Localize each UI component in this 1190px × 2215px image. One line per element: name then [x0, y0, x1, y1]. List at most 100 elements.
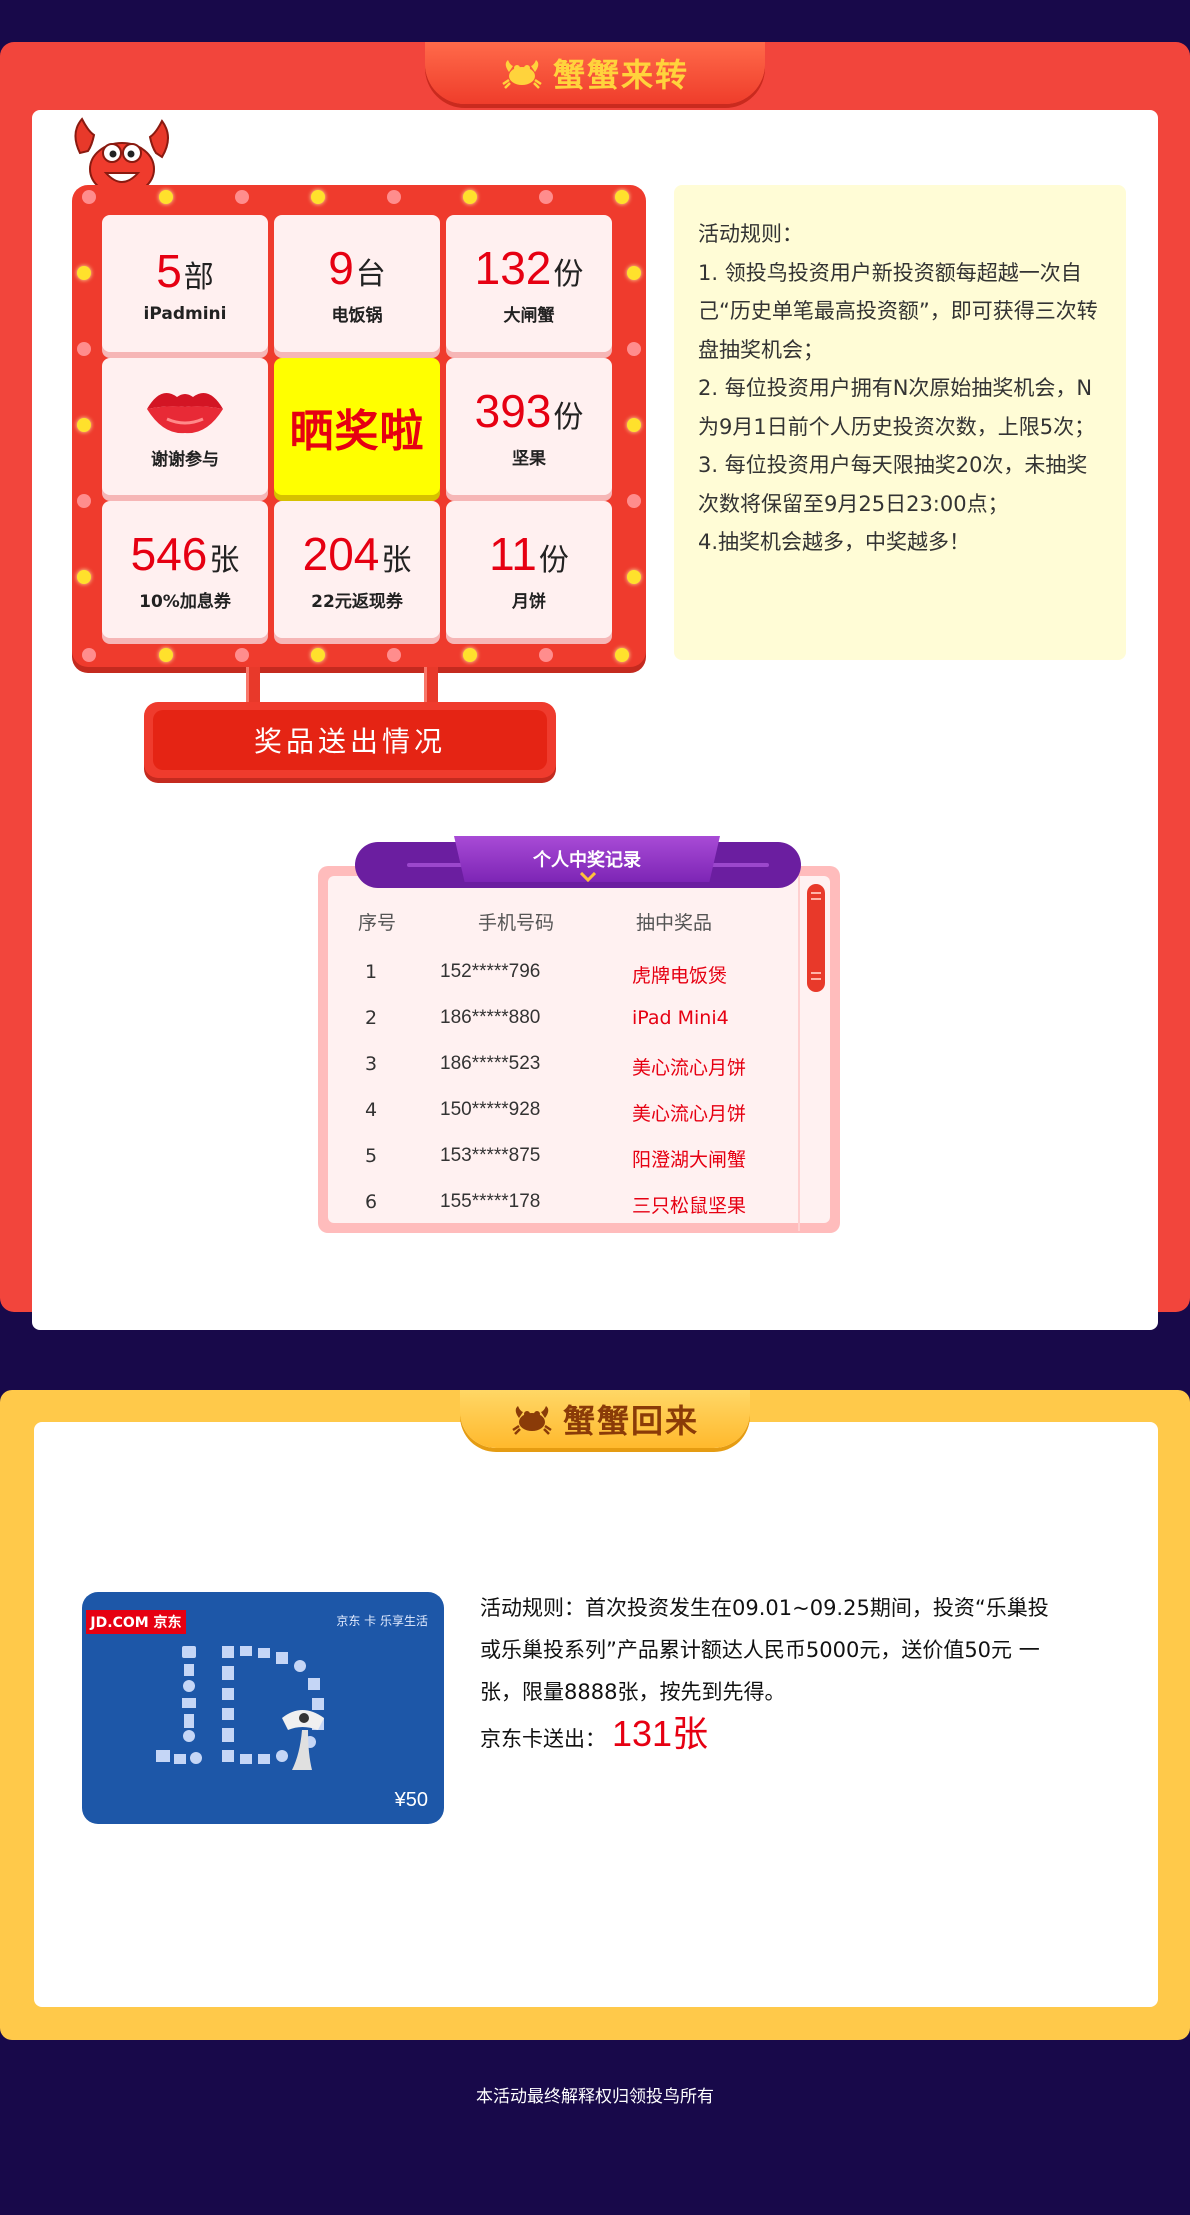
prize-cell-mooncake: 11 份 月饼	[446, 501, 612, 638]
prize-name: iPadmini	[143, 303, 227, 324]
row-phone: 153*****875	[440, 1145, 541, 1166]
prize-count: 11	[489, 528, 537, 580]
jd-card-section-title: 蟹蟹回来	[562, 1402, 699, 1440]
table-row: 5 153*****875 阳澄湖大闸蟹	[318, 1145, 798, 1191]
lottery-rules: 活动规则： 1. 领投鸟投资用户新投资额每超越一次自己“历史单笔最高投资额”，即…	[674, 185, 1126, 660]
marquee-bulb	[539, 190, 553, 204]
row-phone: 186*****523	[440, 1053, 541, 1074]
marquee-bulb	[77, 266, 91, 280]
prize-name: 月饼	[512, 592, 546, 612]
prize-cell-interest-coupon: 546 张 10%加息券	[102, 501, 268, 638]
prize-unit: 台	[355, 257, 386, 292]
prize-count: 393	[474, 385, 552, 437]
prize-status-button[interactable]: 奖品送出情况	[144, 702, 556, 778]
marquee-bulb	[627, 494, 641, 508]
prize-count: 132	[474, 242, 552, 294]
rule-item: 3. 每位投资用户每天限抽奖20次，未抽奖次数将保留至9月25日23:00点；	[698, 453, 1088, 516]
rule-item: 4.抽奖机会越多，中奖越多！	[698, 530, 971, 554]
row-index: 1	[365, 961, 378, 983]
table-row: 3 186*****523 美心流心月饼	[318, 1053, 798, 1099]
prize-cell-crab: 132 份 大闸蟹	[446, 215, 612, 352]
marquee-bulb	[463, 190, 477, 204]
board-post	[246, 667, 260, 705]
jd-card-sent: 京东卡送出： 131张	[480, 1713, 1120, 1760]
marquee-bulb	[387, 648, 401, 662]
row-prize: 阳澄湖大闸蟹	[632, 1149, 747, 1171]
records-scrollbar[interactable]	[798, 876, 828, 1231]
prize-unit: 份	[553, 257, 584, 292]
marquee-bulb	[627, 266, 641, 280]
prize-count: 9	[328, 242, 354, 294]
prize-cell-ipadmini: 5部 iPadmini	[102, 215, 268, 352]
jd-card-amount: ¥50	[394, 1789, 428, 1811]
marquee-bulb	[82, 648, 96, 662]
sent-label: 京东卡送出：	[480, 1727, 606, 1751]
lottery-section-header: 蟹蟹来转	[425, 42, 765, 104]
row-index: 2	[365, 1007, 378, 1029]
jd-card-slogan: 京东 卡 乐享生活	[336, 1614, 428, 1628]
row-prize: 三只松鼠坚果	[632, 1195, 747, 1217]
prize-unit: 部	[183, 259, 214, 295]
prize-name: 22元返现券	[311, 592, 403, 612]
crab-icon	[511, 1402, 553, 1436]
prize-unit: 份	[553, 400, 584, 435]
rules-heading: 活动规则：	[698, 222, 803, 246]
row-phone: 186*****880	[440, 1007, 541, 1028]
marquee-bulb	[235, 190, 249, 204]
prize-grid: 5部 iPadmini 9台 电饭锅 132 份 大闸蟹 谢谢参与 晒奖啦 393…	[102, 215, 612, 639]
column-header: 抽中奖品	[636, 912, 713, 934]
jd-card-artwork	[156, 1646, 324, 1770]
prize-unit: 张	[209, 543, 240, 578]
prize-cell-thanks: 谢谢参与	[102, 358, 268, 495]
sent-count: 131张	[612, 1713, 709, 1754]
row-phone: 152*****796	[440, 961, 541, 982]
prize-name: 谢谢参与	[151, 450, 219, 470]
table-row: 1 152*****796 虎牌电饭煲	[318, 961, 798, 1007]
marquee-bulb	[615, 648, 629, 662]
footer-disclaimer: 本活动最终解释权归领投鸟所有	[476, 2087, 714, 2107]
marquee-bulb	[235, 648, 249, 662]
rule-line: 活动规则：首次投资发生在09.01~09.25期间，投资“乐巢投	[480, 1596, 1049, 1620]
jd-logo: JD.COM 京东	[86, 1610, 186, 1634]
board-post	[424, 667, 438, 705]
marquee-bulb	[159, 648, 173, 662]
row-prize: 美心流心月饼	[632, 1057, 747, 1079]
marquee-bulb	[77, 418, 91, 432]
column-header: 手机号码	[478, 912, 555, 934]
prize-unit: 张	[381, 543, 412, 578]
crab-icon	[501, 56, 543, 90]
draw-button[interactable]: 晒奖啦	[274, 358, 440, 495]
marquee-bulb	[77, 570, 91, 584]
table-row: 6 155*****178 三只松鼠坚果	[318, 1191, 798, 1237]
table-row: 4 150*****928 美心流心月饼	[318, 1099, 798, 1145]
prize-unit: 份	[538, 543, 569, 578]
marquee-bulb	[311, 648, 325, 662]
jd-gift-card: JD.COM 京东 京东 卡 乐享生活 ¥50	[82, 1592, 444, 1824]
scrollbar-thumb[interactable]	[807, 884, 825, 992]
row-prize: iPad Mini4	[632, 1007, 729, 1029]
rule-line: 张，限量8888张，按先到先得。	[480, 1680, 786, 1704]
marquee-bulb	[627, 342, 641, 356]
marquee-bulb	[311, 190, 325, 204]
draw-button-label: 晒奖啦	[289, 405, 425, 457]
marquee-bulb	[615, 190, 629, 204]
prize-name: 坚果	[512, 449, 546, 469]
prize-count: 546	[130, 528, 208, 580]
prize-cell-nuts: 393 份 坚果	[446, 358, 612, 495]
row-prize: 虎牌电饭煲	[632, 965, 728, 987]
marquee-bulb	[77, 494, 91, 508]
prize-name: 10%加息券	[139, 592, 231, 612]
table-row: 2 186*****880 iPad Mini4	[318, 1007, 798, 1053]
jd-card-section-header: 蟹蟹回来	[460, 1390, 750, 1448]
marquee-bulb	[387, 190, 401, 204]
row-index: 5	[365, 1145, 378, 1167]
marquee-bulb	[77, 342, 91, 356]
column-header: 序号	[358, 912, 397, 934]
rule-item: 1. 领投鸟投资用户新投资额每超越一次自己“历史单笔最高投资额”，即可获得三次转…	[698, 260, 1098, 362]
jd-card-rules: 活动规则：首次投资发生在09.01~09.25期间，投资“乐巢投 或乐巢投系列”…	[480, 1587, 1120, 1760]
row-index: 3	[365, 1053, 378, 1075]
prize-board: 5部 iPadmini 9台 电饭锅 132 份 大闸蟹 谢谢参与 晒奖啦 393…	[72, 185, 646, 667]
row-phone: 155*****178	[440, 1191, 541, 1212]
prize-name: 大闸蟹	[503, 306, 555, 326]
marquee-bulb	[539, 648, 553, 662]
